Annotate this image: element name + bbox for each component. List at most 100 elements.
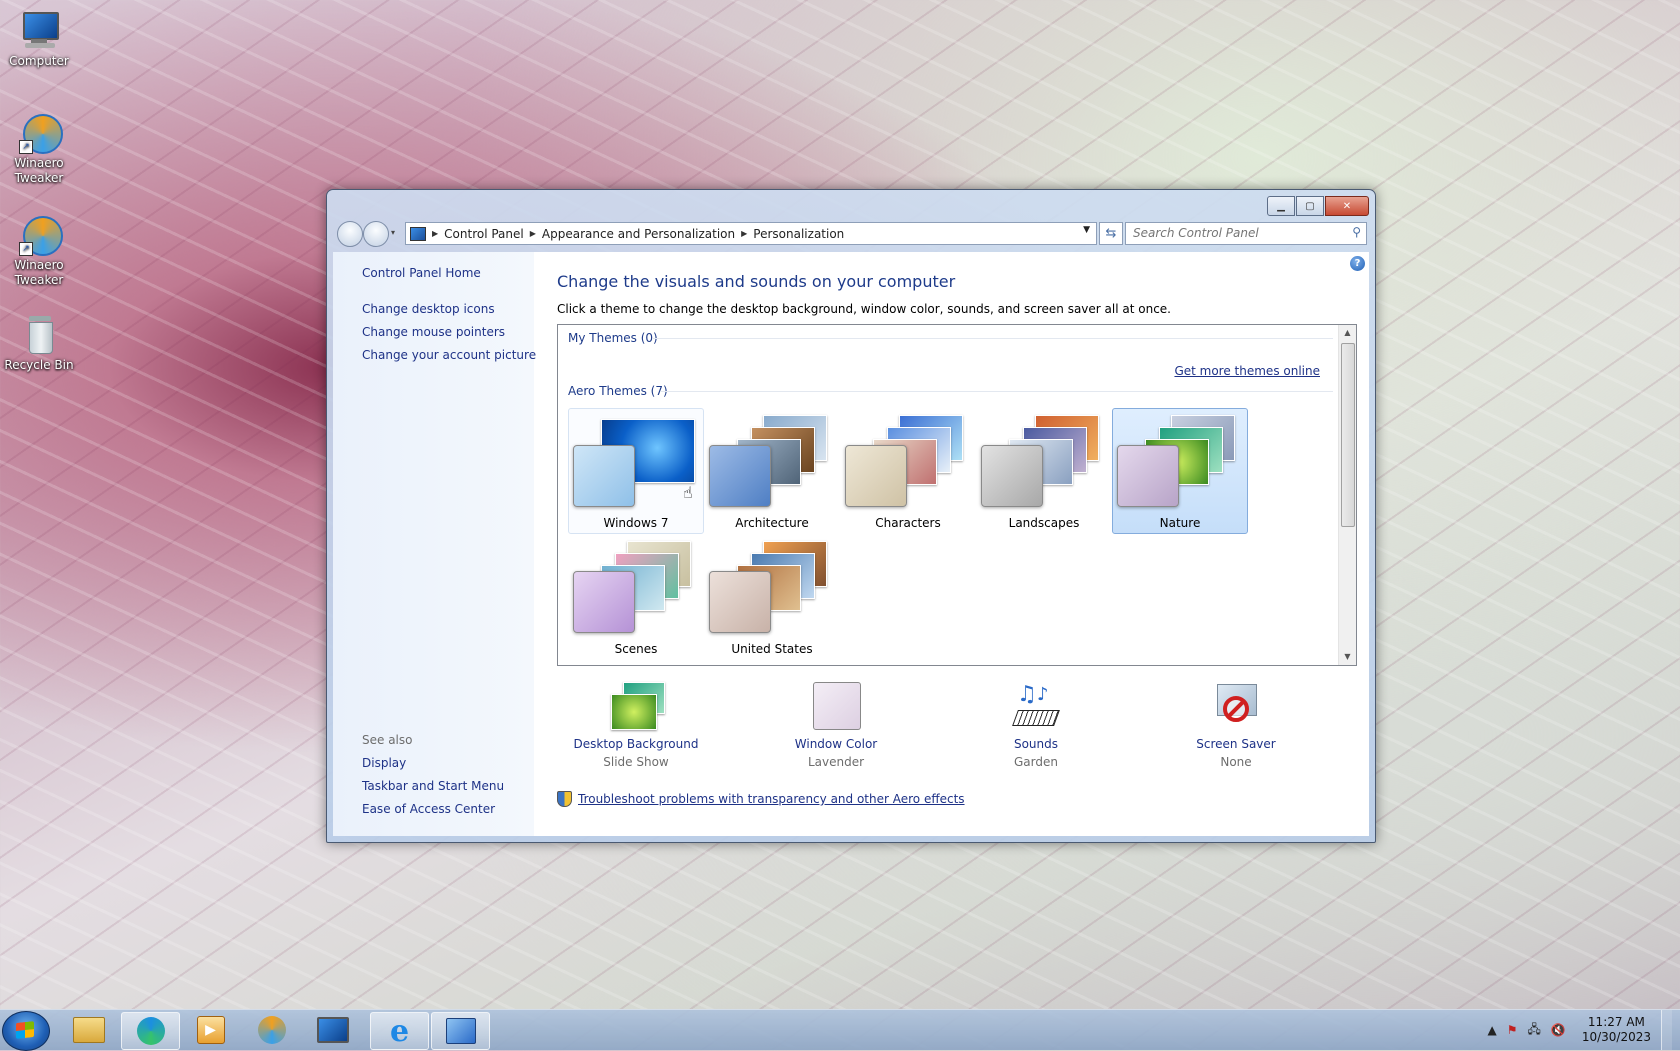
desktop-background-option[interactable]: Desktop Background Slide Show [556,682,716,769]
window-color-icon [807,682,865,732]
address-bar[interactable]: ▶ Control Panel ▶ Appearance and Persona… [405,222,1097,245]
change-mouse-pointers-link[interactable]: Change mouse pointers [362,325,505,339]
theme-characters[interactable]: Characters [840,408,976,534]
sounds-option[interactable]: ♫ ♪ Sounds Garden [956,682,1116,769]
search-icon[interactable]: ⚲ [1352,225,1361,239]
change-account-picture-link[interactable]: Change your account picture [362,348,536,362]
search-box[interactable]: ⚲ [1125,222,1367,245]
theme-windows-7[interactable]: ☝ Windows 7 [568,408,704,534]
taskbar-media-player[interactable]: ▶ [182,1012,239,1048]
winaero-tweaker-icon: ↗ [17,212,63,256]
theme-name: Scenes [614,642,658,656]
clock[interactable]: 11:27 AM 10/30/2023 [1582,1015,1651,1045]
network-icon[interactable]: 🖧 [1527,1020,1540,1041]
desktop-icon-label: Computer [9,54,69,68]
change-desktop-icons-link[interactable]: Change desktop icons [362,302,495,316]
window-color-label[interactable]: Window Color [756,737,916,751]
desktop-icon-winaero-2[interactable]: ↗ Winaero Tweaker [4,212,74,288]
breadcrumb-control-panel[interactable]: Control Panel [438,227,530,241]
theme-name: Windows 7 [603,516,669,530]
scroll-down-icon[interactable]: ▼ [1339,649,1356,665]
see-also-label: See also [362,733,413,747]
system-tray: ▲ ⚑ 🖧 🔇 11:27 AM 10/30/2023 [1477,1010,1672,1050]
my-themes-header[interactable]: My Themes (0) [568,331,658,345]
troubleshoot-link[interactable]: Troubleshoot problems with transparency … [557,791,965,807]
breadcrumb-appearance[interactable]: Appearance and Personalization [536,227,741,241]
theme-name: Nature [1159,516,1201,530]
recycle-bin-icon [17,312,61,356]
action-center-flag-icon[interactable]: ⚑ [1507,1023,1518,1037]
address-dropdown-icon[interactable]: ▼ [1083,225,1090,235]
theme-architecture[interactable]: Architecture [704,408,840,534]
theme-name: Landscapes [1008,516,1080,530]
taskbar-edge[interactable] [121,1012,180,1050]
maximize-button[interactable]: ▢ [1296,196,1324,216]
scrollbar-thumb[interactable] [1341,343,1355,527]
maximize-icon: ▢ [1305,200,1315,212]
desktop-icon-recycle-bin[interactable]: Recycle Bin [4,312,74,373]
close-button[interactable]: ✕ [1325,196,1369,216]
page-subtitle: Click a theme to change the desktop back… [557,302,1171,316]
desktop-icon-winaero-1[interactable]: ↗ Winaero Tweaker [4,110,74,186]
taskbar-winaero[interactable] [243,1012,300,1048]
scroll-up-icon[interactable]: ▲ [1339,325,1356,341]
main-pane: ? Change the visuals and sounds on your … [534,252,1369,836]
section-divider [660,391,1333,392]
theme-nature[interactable]: Nature [1112,408,1248,534]
taskbar-remote-desktop[interactable] [304,1012,361,1048]
window-color-option[interactable]: Window Color Lavender [756,682,916,769]
theme-united-states[interactable]: United States [704,534,840,660]
breadcrumb-personalization[interactable]: Personalization [747,227,850,241]
theme-scenes[interactable]: Scenes [568,534,704,660]
display-link[interactable]: Display [362,756,406,770]
get-more-themes-link[interactable]: Get more themes online [1174,364,1320,378]
window-color-value: Lavender [807,755,865,769]
windows-logo-icon [16,1021,34,1039]
desktop-background-icon [607,682,665,732]
color-swatch [845,445,907,507]
desktop-background-label[interactable]: Desktop Background [556,737,716,751]
personalization-window: ▁ ▢ ✕ ▾ ▶ Control Panel ▶ Appearance and… [326,189,1376,843]
ease-of-access-link[interactable]: Ease of Access Center [362,802,495,816]
taskbar-internet-explorer[interactable]: e [370,1012,429,1050]
screen-saver-label[interactable]: Screen Saver [1156,737,1316,751]
desktop-icon-computer[interactable]: Computer [4,8,74,69]
media-player-icon: ▶ [196,1016,225,1044]
taskbar-control-panel[interactable] [431,1012,490,1050]
sounds-label[interactable]: Sounds [956,737,1116,751]
forward-button[interactable] [363,221,389,247]
close-icon: ✕ [1342,200,1352,212]
troubleshoot-label: Troubleshoot problems with transparency … [578,792,965,806]
aero-themes-header[interactable]: Aero Themes (7) [568,384,668,398]
theme-list-scrollbar[interactable]: ▲ ▼ [1338,325,1356,665]
color-swatch [573,445,635,507]
color-swatch [573,571,635,633]
control-panel-home-link[interactable]: Control Panel Home [362,266,481,280]
theme-name: Architecture [735,516,809,530]
remote-desktop-icon [316,1017,349,1043]
color-swatch [709,445,771,507]
help-icon[interactable]: ? [1350,256,1365,271]
volume-muted-icon[interactable]: 🔇 [1551,1023,1566,1037]
taskbar-start-menu-link[interactable]: Taskbar and Start Menu [362,779,504,793]
color-swatch [1117,445,1179,507]
folder-icon [72,1017,105,1043]
winaero-tweaker-icon [257,1016,286,1044]
show-desktop-button[interactable] [1661,1010,1672,1050]
show-hidden-icons-icon[interactable]: ▲ [1487,1023,1496,1037]
taskbar-explorer[interactable] [60,1012,117,1048]
minimize-button[interactable]: ▁ [1267,196,1295,216]
screen-saver-option[interactable]: Screen Saver None [1156,682,1316,769]
sounds-value: Garden [1014,755,1058,769]
content-area: Control Panel Home Change desktop icons … [333,252,1369,836]
refresh-icon: ⇆ [1105,226,1117,241]
internet-explorer-icon: e [389,1013,410,1049]
theme-landscapes[interactable]: Landscapes [976,408,1112,534]
search-input[interactable] [1126,223,1343,242]
refresh-button[interactable]: ⇆ [1099,222,1123,245]
navigation-bar: ▾ ▶ Control Panel ▶ Appearance and Perso… [335,220,1367,247]
back-button[interactable] [337,221,363,247]
color-swatch [981,445,1043,507]
start-button[interactable] [2,1011,50,1051]
recent-pages-chevron-icon[interactable]: ▾ [391,228,395,237]
